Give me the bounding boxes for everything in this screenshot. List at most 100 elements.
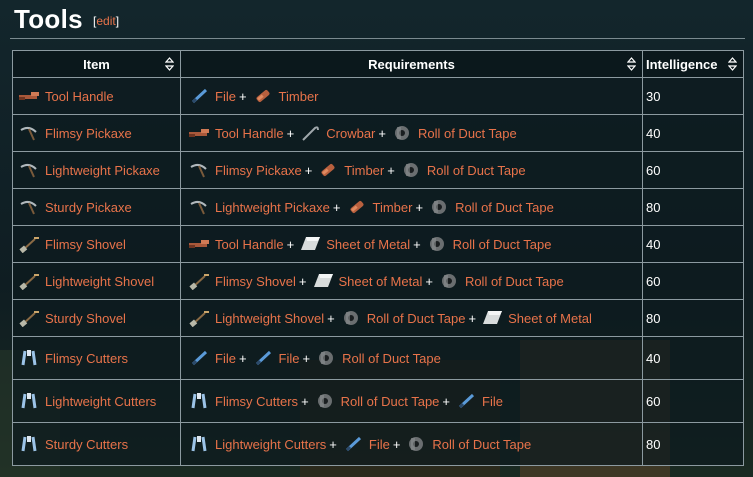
header-divider — [10, 38, 745, 39]
duct-tape-icon — [313, 392, 337, 410]
plus-sign: + — [286, 125, 295, 141]
table-header-row: Item Requirements Intelligence — [12, 50, 744, 78]
item-link[interactable]: Flimsy Cutters — [45, 351, 128, 366]
item-cell: Sturdy Cutters — [12, 422, 181, 466]
page-header: Tools [edit] — [0, 0, 753, 38]
item-link[interactable]: Flimsy Shovel — [45, 237, 126, 252]
plus-sign: + — [329, 436, 337, 452]
requirement-link[interactable]: Timber — [344, 163, 384, 178]
file-icon — [454, 392, 478, 410]
pickaxe-icon — [17, 198, 41, 216]
requirement-link[interactable]: Roll of Duct Tape — [465, 274, 564, 289]
timber-icon — [251, 87, 275, 105]
duct-tape-icon — [404, 435, 428, 453]
column-header-requirements[interactable]: Requirements — [180, 50, 643, 78]
plus-sign: + — [301, 393, 309, 409]
requirement-link[interactable]: Roll of Duct Tape — [342, 351, 441, 366]
requirement-link[interactable]: Flimsy Pickaxe — [215, 163, 302, 178]
item-cell: Flimsy Pickaxe — [12, 114, 181, 152]
item-cell: Sturdy Shovel — [12, 299, 181, 337]
requirement-link[interactable]: Roll of Duct Tape — [453, 237, 552, 252]
requirement-link[interactable]: File — [369, 437, 390, 452]
requirement-link[interactable]: Flimsy Cutters — [215, 394, 298, 409]
requirements-cell: Flimsy Shovel + Sheet of Metal + Roll of Duc… — [180, 262, 643, 300]
requirement-link[interactable]: Crowbar — [326, 126, 375, 141]
column-header-label: Intelligence — [646, 56, 718, 72]
requirements-cell: Tool Handle + Crowbar + Roll of Duct Tape — [180, 114, 643, 152]
duct-tape-icon — [314, 349, 338, 367]
sheet-metal-icon — [311, 272, 335, 290]
requirement-link[interactable]: Sheet of Metal — [339, 274, 423, 289]
intelligence-cell: 30 — [642, 77, 744, 115]
item-link[interactable]: Tool Handle — [45, 89, 114, 104]
table-row: Lightweight Cutters Flimsy Cutters + Roll o… — [12, 379, 744, 423]
table-row: Tool Handle File + Timber 30 — [12, 77, 744, 115]
plus-sign: + — [238, 88, 247, 104]
requirement-link[interactable]: Tool Handle — [215, 237, 284, 252]
requirement-link[interactable]: Flimsy Shovel — [215, 274, 296, 289]
table-row: Sturdy Pickaxe Lightweight Pickaxe + Timber… — [12, 188, 744, 226]
plus-sign: + — [387, 162, 395, 178]
requirement-link[interactable]: Roll of Duct Tape — [418, 126, 517, 141]
plus-sign: + — [302, 350, 311, 366]
requirement-link[interactable]: Timber — [373, 200, 413, 215]
tools-table: Item Requirements Intelligence Tool Hand… — [12, 50, 744, 466]
table-row: Sturdy Shovel Lightweight Shovel + Roll of … — [12, 299, 744, 337]
cutters-icon — [187, 392, 211, 410]
table-row: Flimsy Cutters File + File + Roll of Duct Tap… — [12, 336, 744, 380]
item-link[interactable]: Sturdy Cutters — [45, 437, 128, 452]
plus-sign: + — [332, 199, 341, 215]
item-link[interactable]: Sturdy Shovel — [45, 311, 126, 326]
shovel-icon — [17, 309, 41, 327]
requirement-link[interactable]: Tool Handle — [215, 126, 284, 141]
pickaxe-icon — [17, 161, 41, 179]
plus-sign: + — [425, 273, 433, 289]
duct-tape-icon — [437, 272, 461, 290]
intelligence-cell: 40 — [642, 225, 744, 263]
requirement-link[interactable]: Roll of Duct Tape — [427, 163, 526, 178]
item-link[interactable]: Lightweight Cutters — [45, 394, 156, 409]
requirement-link[interactable]: Roll of Duct Tape — [432, 437, 531, 452]
requirement-link[interactable]: Roll of Duct Tape — [341, 394, 440, 409]
table-row: Sturdy Cutters Lightweight Cutters + File + R… — [12, 422, 744, 466]
requirement-link[interactable]: Timber — [279, 89, 319, 104]
requirement-link[interactable]: File — [215, 351, 236, 366]
requirement-link[interactable]: Sheet of Metal — [326, 237, 410, 252]
requirement-link[interactable]: Lightweight Cutters — [215, 437, 326, 452]
item-link[interactable]: Sturdy Pickaxe — [45, 200, 132, 215]
table-row: Flimsy Shovel Tool Handle + Sheet of Metal +… — [12, 225, 744, 263]
column-header-intelligence[interactable]: Intelligence — [642, 50, 744, 78]
plus-sign: + — [286, 236, 295, 252]
requirement-link[interactable]: File — [279, 351, 300, 366]
column-header-item[interactable]: Item — [12, 50, 181, 78]
requirement-link[interactable]: Lightweight Pickaxe — [215, 200, 330, 215]
edit-link[interactable]: edit — [96, 14, 115, 28]
edit-section: [edit] — [93, 14, 120, 28]
intelligence-cell: 60 — [642, 379, 744, 423]
item-link[interactable]: Flimsy Pickaxe — [45, 126, 132, 141]
requirement-link[interactable]: Roll of Duct Tape — [455, 200, 554, 215]
shovel-icon — [187, 309, 211, 327]
item-cell: Flimsy Shovel — [12, 225, 181, 263]
plus-sign: + — [378, 125, 386, 141]
requirements-cell: File + Timber — [180, 77, 643, 115]
file-icon — [187, 349, 211, 367]
table-row: Flimsy Pickaxe Tool Handle + Crowbar + Roll o… — [12, 114, 744, 152]
intelligence-cell: 60 — [642, 151, 744, 189]
requirement-link[interactable]: File — [482, 394, 503, 409]
requirements-cell: Flimsy Cutters + Roll of Duct Tape + File — [180, 379, 643, 423]
item-link[interactable]: Lightweight Pickaxe — [45, 163, 160, 178]
item-cell: Lightweight Pickaxe — [12, 151, 181, 189]
item-cell: Sturdy Pickaxe — [12, 188, 181, 226]
requirement-link[interactable]: File — [215, 89, 236, 104]
requirement-link[interactable]: Lightweight Shovel — [215, 311, 324, 326]
item-link[interactable]: Lightweight Shovel — [45, 274, 154, 289]
requirements-cell: Tool Handle + Sheet of Metal + Roll of Duct … — [180, 225, 643, 263]
plus-sign: + — [304, 162, 313, 178]
requirement-link[interactable]: Sheet of Metal — [508, 311, 592, 326]
requirements-cell: Lightweight Pickaxe + Timber + Roll of Duct … — [180, 188, 643, 226]
requirement-link[interactable]: Roll of Duct Tape — [367, 311, 466, 326]
file-icon — [251, 349, 275, 367]
plus-sign: + — [413, 236, 421, 252]
table-row: Lightweight Pickaxe Flimsy Pickaxe + Timber… — [12, 151, 744, 189]
